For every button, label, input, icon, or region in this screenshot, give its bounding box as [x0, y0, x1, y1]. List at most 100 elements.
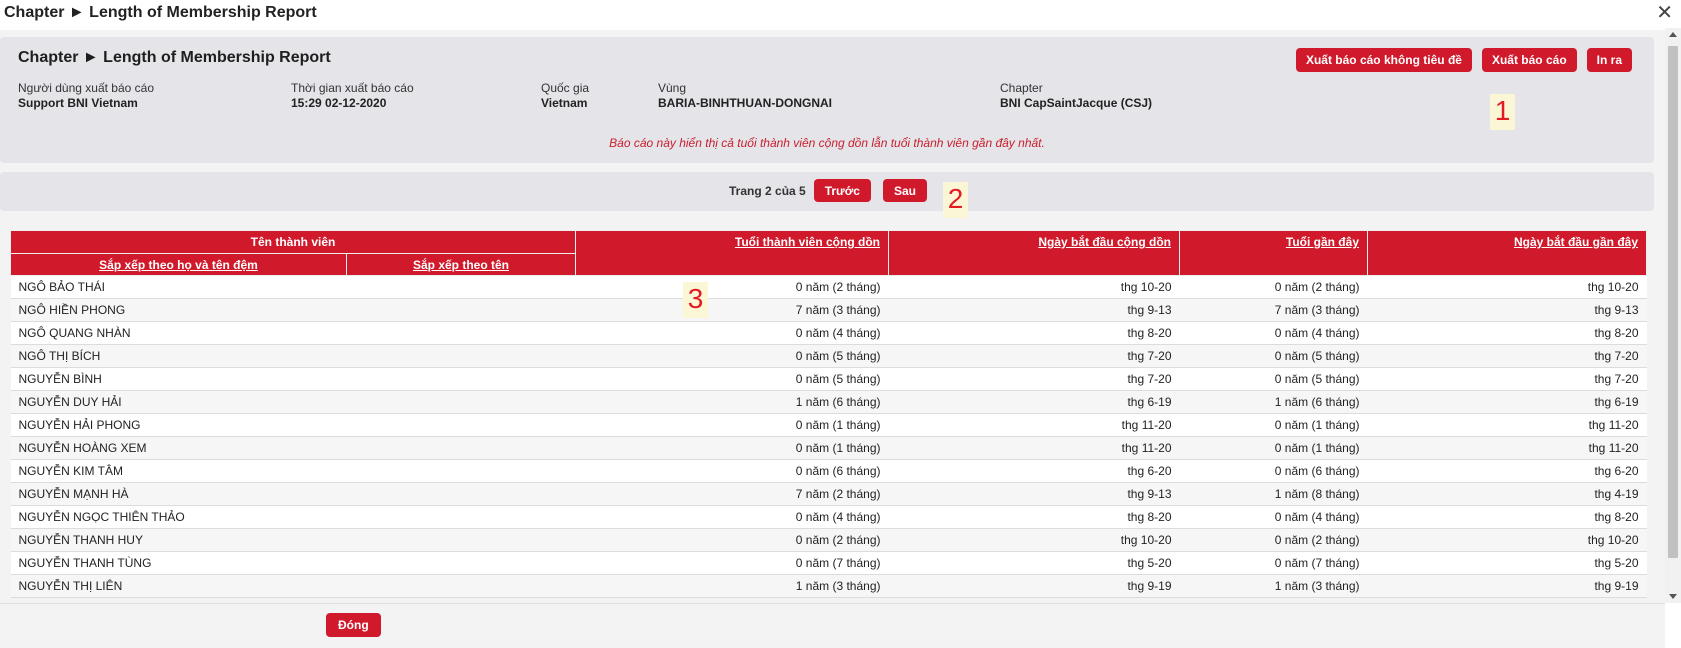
cumulative-start-cell: thg 5-20: [888, 551, 1180, 575]
info-export-time: Thời gian xuất báo cáo 15:29 02-12-2020: [291, 81, 414, 110]
member-name-cell: NGUYỄN THANH HUY: [10, 528, 576, 552]
close-button[interactable]: Đóng: [326, 613, 381, 637]
table-row: NGUYỄN DUY HẢI 1 năm (6 tháng) thg 6-19 1 n…: [10, 390, 1647, 414]
member-name-cell: NGUYỄN THỊ LIÊN: [10, 574, 576, 598]
sort-by-surname-link[interactable]: Sắp xếp theo họ và tên đệm: [99, 258, 258, 272]
recent-start-cell: thg 6-20: [1367, 459, 1647, 483]
recent-start-cell: thg 8-20: [1367, 505, 1647, 529]
recent-start-cell: thg 9-13: [1367, 298, 1647, 322]
header-recent-age: Tuổi gần đây: [1179, 230, 1368, 276]
header-sort-firstname: Sắp xếp theo tên: [346, 253, 576, 276]
header-sort-surname: Sắp xếp theo họ và tên đệm: [10, 253, 347, 276]
cumulative-age-cell: 0 năm (1 tháng): [575, 413, 889, 437]
cumulative-age-cell: 0 năm (2 tháng): [575, 275, 889, 299]
member-name-cell: NGUYỄN HOÀNG XEM: [10, 436, 576, 460]
annotation-marker-2: 2: [943, 182, 968, 218]
cumulative-start-cell: thg 11-20: [888, 436, 1180, 460]
member-name-cell: NGUYỄN MẠNH HÀ: [10, 482, 576, 506]
member-name-cell: NGÔ THỊ BÍCH: [10, 344, 576, 368]
cumulative-start-cell: thg 10-20: [888, 528, 1180, 552]
cumulative-age-cell: 1 năm (3 tháng): [575, 574, 889, 598]
cumulative-start-cell: thg 10-20: [888, 275, 1180, 299]
recent-age-cell: 0 năm (5 tháng): [1179, 367, 1368, 391]
cumulative-start-cell: thg 8-20: [888, 505, 1180, 529]
export-button[interactable]: Xuất báo cáo: [1481, 48, 1577, 72]
info-value: Vietnam: [541, 96, 588, 110]
table-row: NGÔ BẢO THÁI 0 năm (2 tháng) thg 10-20 0 nă…: [10, 275, 1647, 299]
recent-age-cell: 0 năm (5 tháng): [1179, 344, 1368, 368]
report-note: Báo cáo này hiển thị cả tuổi thành viên …: [609, 136, 1045, 150]
report-content: Chapter ► Length of Membership Report Xu…: [0, 30, 1665, 603]
window-title: Chapter ► Length of Membership Report: [4, 4, 317, 21]
table-row: NGUYỄN BÌNH 0 năm (5 tháng) thg 7-20 0 năm …: [10, 367, 1647, 391]
recent-start-cell: thg 7-20: [1367, 344, 1647, 368]
info-label: Chapter: [1000, 81, 1043, 95]
cumulative-age-cell: 0 năm (4 tháng): [575, 505, 889, 529]
sort-cumulative-age-link[interactable]: Tuổi thành viên cộng dồn: [735, 235, 880, 249]
cumulative-age-cell: 7 năm (3 tháng): [575, 298, 889, 322]
cumulative-start-cell: thg 9-13: [888, 298, 1180, 322]
recent-age-cell: 7 năm (3 tháng): [1179, 298, 1368, 322]
vertical-scrollbar[interactable]: [1665, 28, 1681, 603]
table-row: NGUYỄN THỊ LIÊN 1 năm (3 tháng) thg 9-19 1 …: [10, 574, 1647, 598]
header-actions: Xuất báo cáo không tiêu đề Xuất báo cáo …: [1295, 48, 1632, 72]
cumulative-age-cell: 1 năm (6 tháng): [575, 390, 889, 414]
sort-by-firstname-link[interactable]: Sắp xếp theo tên: [413, 258, 509, 272]
annotation-marker-3: 3: [683, 282, 708, 318]
table-row: NGÔ HIỀN PHONG 7 năm (3 tháng) thg 9-13 7 n…: [10, 298, 1647, 322]
sort-cumulative-start-link[interactable]: Ngày bắt đầu cộng dồn: [1038, 235, 1171, 249]
report-title: Chapter ► Length of Membership Report: [18, 49, 331, 66]
sort-recent-start-link[interactable]: Ngày bắt đầu gần đây: [1514, 235, 1638, 249]
cumulative-start-cell: thg 7-20: [888, 344, 1180, 368]
recent-age-cell: 0 năm (4 tháng): [1179, 505, 1368, 529]
prev-page-button[interactable]: Trước: [813, 179, 871, 202]
member-name-cell: NGUYỄN KIM TÂM: [10, 459, 576, 483]
info-label: Người dùng xuất báo cáo: [18, 81, 154, 95]
cumulative-age-cell: 7 năm (2 tháng): [575, 482, 889, 506]
table-row: NGUYỄN NGỌC THIÊN THẢO 0 năm (4 tháng) thg…: [10, 505, 1647, 529]
member-name-cell: NGÔ BẢO THÁI: [10, 275, 576, 299]
recent-start-cell: thg 11-20: [1367, 413, 1647, 437]
recent-start-cell: thg 9-19: [1367, 574, 1647, 598]
member-name-cell: NGUYỄN DUY HẢI: [10, 390, 576, 414]
table-row: NGÔ QUANG NHÀN 0 năm (4 tháng) thg 8-20 0 n…: [10, 321, 1647, 345]
info-country: Quốc gia Vietnam: [541, 81, 589, 110]
recent-start-cell: thg 5-20: [1367, 551, 1647, 575]
info-region: Vùng BARIA-BINHTHUAN-DONGNAI: [658, 81, 832, 110]
cumulative-age-cell: 0 năm (2 tháng): [575, 528, 889, 552]
info-value: BARIA-BINHTHUAN-DONGNAI: [658, 96, 832, 110]
scroll-up-icon[interactable]: [1669, 32, 1677, 37]
header-cumulative-age: Tuổi thành viên cộng dồn: [575, 230, 889, 276]
scrollbar-thumb[interactable]: [1668, 46, 1678, 558]
close-icon[interactable]: ✕: [1656, 2, 1673, 24]
info-value: BNI CapSaintJacque (CSJ): [1000, 96, 1153, 110]
export-no-title-button[interactable]: Xuất báo cáo không tiêu đề: [1295, 48, 1472, 72]
recent-start-cell: thg 4-19: [1367, 482, 1647, 506]
annotation-marker-1: 1: [1490, 94, 1515, 130]
recent-start-cell: thg 11-20: [1367, 436, 1647, 460]
next-page-button[interactable]: Sau: [882, 179, 927, 202]
cumulative-age-cell: 0 năm (7 tháng): [575, 551, 889, 575]
sort-recent-age-link[interactable]: Tuổi gần đây: [1286, 235, 1359, 249]
member-name-cell: NGUYỄN BÌNH: [10, 367, 576, 391]
cumulative-start-cell: thg 9-19: [888, 574, 1180, 598]
info-chapter: Chapter BNI CapSaintJacque (CSJ): [1000, 81, 1152, 110]
cumulative-age-cell: 0 năm (4 tháng): [575, 321, 889, 345]
recent-age-cell: 1 năm (6 tháng): [1179, 390, 1368, 414]
recent-age-cell: 0 năm (4 tháng): [1179, 321, 1368, 345]
header-recent-start: Ngày bắt đầu gần đây: [1367, 230, 1647, 276]
recent-age-cell: 1 năm (3 tháng): [1179, 574, 1368, 598]
member-name-cell: NGUYỄN THANH TÙNG: [10, 551, 576, 575]
table-row: NGUYỄN THANH HUY 0 năm (2 tháng) thg 10-20…: [10, 528, 1647, 552]
cumulative-age-cell: 0 năm (6 tháng): [575, 459, 889, 483]
recent-start-cell: thg 8-20: [1367, 321, 1647, 345]
recent-start-cell: thg 10-20: [1367, 528, 1647, 552]
window-title-bar: Chapter ► Length of Membership Report ✕: [0, 0, 1681, 28]
recent-start-cell: thg 6-19: [1367, 390, 1647, 414]
cumulative-start-cell: thg 6-19: [888, 390, 1180, 414]
cumulative-age-cell: 0 năm (5 tháng): [575, 367, 889, 391]
cumulative-start-cell: thg 11-20: [888, 413, 1180, 437]
scroll-down-icon[interactable]: [1669, 594, 1677, 599]
recent-age-cell: 0 năm (1 tháng): [1179, 436, 1368, 460]
print-button[interactable]: In ra: [1586, 48, 1632, 72]
